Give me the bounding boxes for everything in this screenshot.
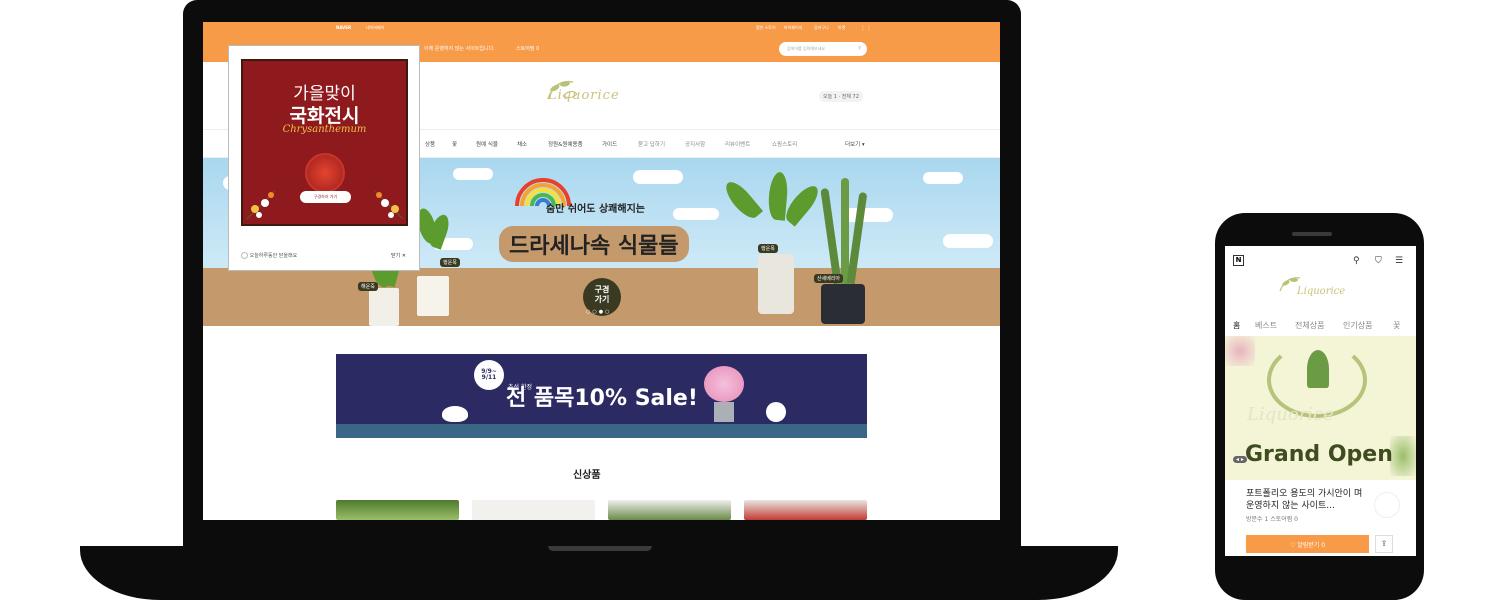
product-thumbnail[interactable] <box>336 500 459 520</box>
sale-wave <box>336 424 867 438</box>
follow-button[interactable]: ♡ 알림받기 0 <box>1246 535 1369 553</box>
naver-logo[interactable]: NAVER <box>336 25 351 30</box>
cloud-decoration <box>923 172 963 184</box>
floral-corner-decoration <box>1390 436 1416 476</box>
cloud-decoration <box>843 208 893 222</box>
popup-english: Chrysanthemum <box>282 124 367 135</box>
nav-item-notice[interactable]: 공지사항 <box>685 140 705 148</box>
section-title-new-products: 신상품 <box>573 470 601 481</box>
search-input[interactable]: 검색어를 입력해보세요 ⚲ <box>779 42 867 56</box>
hero-title: 드라세나속 식물들 <box>499 226 689 262</box>
store-description: 포트폴리오 용도의 가시안이 며 운영하지 않는 사이트... <box>1246 489 1363 511</box>
popup-go-button[interactable]: 구경하러 가기 <box>300 191 351 203</box>
popup-close-button[interactable]: 닫기 ✕ <box>391 252 406 259</box>
top-link-cart[interactable]: 장바구니 <box>814 25 829 31</box>
popup-dismiss-today[interactable]: 오늘하루동안 닫을래요 <box>241 252 409 259</box>
top-link-market[interactable]: 마켓 <box>838 25 845 31</box>
share-icon[interactable]: ⇪ <box>1375 535 1393 553</box>
nav-item-qna[interactable]: 묻고 답하기 <box>638 140 665 148</box>
cart-icon[interactable]: ⛉ <box>1375 256 1382 266</box>
plant-tag: 행운목 <box>758 244 778 253</box>
popup-banner[interactable]: 가을맞이 국화전시 Chrysanthemum 구경하러 가기 <box>241 59 408 226</box>
plant-pot <box>417 276 449 316</box>
visit-counter: 오늘 1 · 전체 72 <box>819 91 863 102</box>
popup-dismiss-label: 오늘하루동안 닫을래요 <box>249 253 298 259</box>
product-thumbnail[interactable] <box>744 500 867 520</box>
naver-pay-link[interactable]: 네이버페이 <box>366 25 384 31</box>
plant-pot <box>758 254 794 314</box>
top-link-mypage[interactable]: 마이페이지 <box>784 25 802 31</box>
floral-corner-decoration <box>1225 336 1255 366</box>
phone-screen: N ⚲ ⛉ ☰ Liquorice 홈 베스트 전체상품 인기상품 꽃 Liqu… <box>1225 246 1416 556</box>
nav-item-products[interactable]: 상품 <box>425 140 435 148</box>
phone-tab-popular[interactable]: 인기상품 <box>1343 320 1372 331</box>
hamburger-menu-icon[interactable]: ☰ <box>1395 256 1403 266</box>
store-stats: 방문수 1 스토어찜 0 <box>1246 516 1298 523</box>
flower-branch-icon <box>374 190 404 220</box>
carousel-dots[interactable]: ○○●○ <box>586 309 611 315</box>
store-profile-avatar[interactable] <box>1374 492 1400 518</box>
more-label: 더보기 <box>845 142 861 148</box>
plant-pot <box>369 288 399 326</box>
naver-n-icon[interactable]: N <box>1233 255 1244 266</box>
phone-tab-all-products[interactable]: 전체상품 <box>1295 320 1324 331</box>
flower-pot-icon <box>714 402 734 422</box>
hero-go-label: 구경 가기 <box>594 285 610 304</box>
plant-tag: 해운죽 <box>358 282 378 291</box>
check-circle-icon <box>241 252 248 259</box>
plant-tag: 행운목 <box>440 258 460 267</box>
flower-branch-icon <box>246 190 276 220</box>
store-like-count[interactable]: 스토어찜 0 <box>516 45 539 52</box>
chrysanthemum-icon <box>305 153 345 193</box>
phone-store-logo[interactable]: Liquorice <box>1297 286 1345 297</box>
rabbit-icon <box>766 402 786 422</box>
product-thumbnail[interactable] <box>472 500 595 520</box>
carousel-prev-icon[interactable]: ◂ ▸ <box>1233 456 1247 463</box>
nav-item-more[interactable]: 더보기 ▾ <box>845 140 865 148</box>
hero-subtitle: 숨만 쉬어도 상쾌해지는 <box>546 204 645 215</box>
laptop-notch <box>548 546 652 551</box>
phone-tab-home[interactable]: 홈 <box>1233 320 1240 331</box>
nav-item-vegetables[interactable]: 채소 <box>517 140 527 148</box>
laptop-base <box>80 546 1118 600</box>
top-link-wishlist[interactable]: 찜한 스토어 <box>756 25 776 31</box>
flower-pot-icon <box>704 366 744 402</box>
cloud-decoration <box>453 168 493 180</box>
grid-menu-icon[interactable]: ⋮⋮ <box>860 25 872 32</box>
nav-item-flowers[interactable]: 꽃 <box>452 140 457 148</box>
phone-tab-flowers[interactable]: 꽃 <box>1393 320 1400 331</box>
plant-leaves <box>720 177 764 223</box>
search-icon[interactable]: ⚲ <box>858 45 861 50</box>
phone-tab-best[interactable]: 베스트 <box>1255 320 1277 331</box>
rabbit-icon <box>442 406 468 422</box>
plant-leaves <box>1307 350 1329 388</box>
nav-item-garden-plants[interactable]: 원예 식물 <box>476 140 498 148</box>
event-popup: 가을맞이 국화전시 Chrysanthemum 구경하러 가기 오늘하루동안 닫… <box>228 45 420 271</box>
phone-speaker <box>1292 232 1332 236</box>
search-placeholder: 검색어를 입력해보세요 <box>787 46 826 51</box>
store-notice: 이에 운영하지 않는 사이트입니다. <box>424 46 495 52</box>
product-thumbnail[interactable] <box>608 500 731 520</box>
phone-hero-title: Grand Open <box>1245 442 1393 467</box>
phone-hero-logo: Liquorice <box>1247 404 1334 425</box>
cloud-decoration <box>673 208 719 220</box>
phone-hero-banner[interactable]: Liquorice Grand Open ◂ ▸ <box>1225 336 1416 480</box>
nav-item-guide[interactable]: 가이드 <box>602 140 617 148</box>
nav-item-shopping-story[interactable]: 쇼핑스토리 <box>772 140 797 148</box>
sale-date-badge: 9/9~ 9/11 <box>474 360 504 390</box>
cloud-decoration <box>633 170 683 184</box>
plant-tag: 산세베리아 <box>814 274 844 283</box>
store-info-card: 포트폴리오 용도의 가시안이 며 운영하지 않는 사이트... 방문수 1 스토… <box>1236 482 1406 532</box>
sale-banner[interactable]: 9/9~ 9/11 추석 한정 전 품목10% Sale! <box>336 354 867 438</box>
sale-headline: 전 품목10% Sale! <box>506 386 698 411</box>
chevron-down-icon: ▾ <box>860 142 865 148</box>
cloud-decoration <box>943 234 993 248</box>
sale-date: 9/9~ 9/11 <box>481 368 497 381</box>
nav-item-garden-supplies[interactable]: 정원&원예용품 <box>548 140 583 148</box>
plant-pot <box>821 284 865 324</box>
store-logo[interactable]: Liquorice <box>548 88 620 103</box>
nav-item-review-event[interactable]: 리뷰이벤트 <box>725 140 750 148</box>
search-icon[interactable]: ⚲ <box>1353 256 1360 266</box>
